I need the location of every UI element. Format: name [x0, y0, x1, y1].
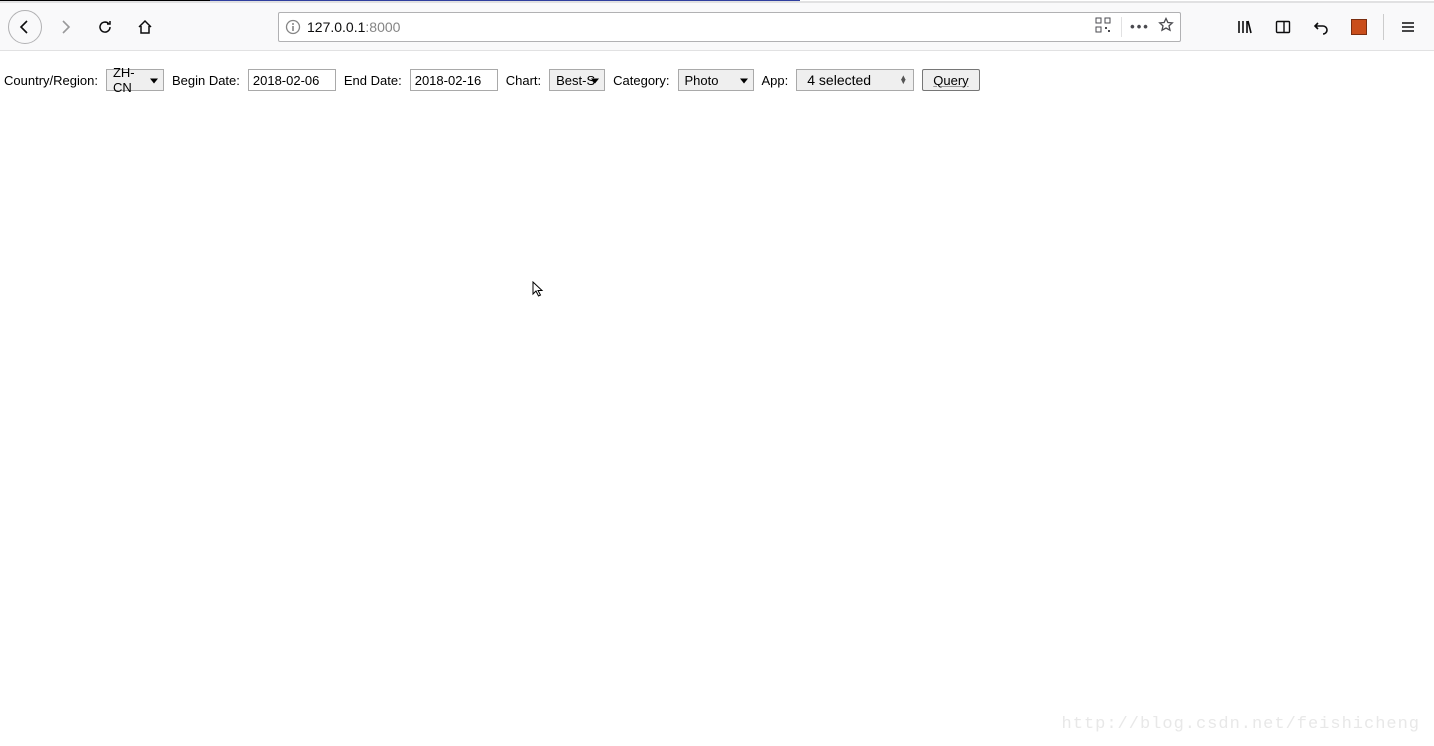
sidebar-icon[interactable] — [1269, 13, 1297, 41]
end-date-label: End Date: — [344, 73, 402, 88]
separator — [1121, 17, 1122, 37]
separator — [1383, 14, 1384, 40]
back-button[interactable] — [8, 10, 42, 44]
reload-icon — [97, 19, 113, 35]
mouse-cursor-icon — [532, 281, 546, 302]
app-label: App: — [762, 73, 789, 88]
chart-label: Chart: — [506, 73, 541, 88]
url-right-actions: ••• — [1095, 17, 1174, 37]
hamburger-menu-icon[interactable] — [1394, 13, 1422, 41]
url-bar[interactable]: 127.0.0.1:8000 ••• — [278, 12, 1181, 42]
sort-arrows-icon: ▲▼ — [899, 76, 907, 84]
browser-toolbar: 127.0.0.1:8000 ••• — [0, 1, 1434, 51]
chart-select[interactable]: Best-S — [549, 69, 605, 91]
library-icon[interactable] — [1231, 13, 1259, 41]
arrow-left-icon — [17, 19, 33, 35]
home-button[interactable] — [128, 10, 162, 44]
query-button[interactable]: Query — [922, 69, 979, 91]
info-icon[interactable] — [285, 19, 301, 35]
arrow-right-icon — [57, 19, 73, 35]
category-label: Category: — [613, 73, 669, 88]
toolbar-right — [1231, 13, 1426, 41]
page-actions-icon[interactable]: ••• — [1132, 19, 1148, 35]
undo-icon[interactable] — [1307, 13, 1335, 41]
category-select[interactable]: Photo — [678, 69, 754, 91]
watermark-text: http://blog.csdn.net/feishicheng — [1062, 715, 1420, 734]
end-date-input[interactable]: 2018-02-16 — [410, 69, 498, 91]
qr-icon[interactable] — [1095, 17, 1111, 36]
extension-icon[interactable] — [1345, 13, 1373, 41]
app-multiselect[interactable]: 4 selected ▲▼ — [796, 69, 914, 91]
country-region-label: Country/Region: — [4, 73, 98, 88]
reload-button[interactable] — [88, 10, 122, 44]
begin-date-input[interactable]: 2018-02-06 — [248, 69, 336, 91]
forward-button — [48, 10, 82, 44]
country-region-select[interactable]: ZH-CN — [106, 69, 164, 91]
page-content: Country/Region: ZH-CN Begin Date: 2018-0… — [0, 51, 1434, 109]
url-text: 127.0.0.1:8000 — [307, 19, 1089, 35]
filter-bar: Country/Region: ZH-CN Begin Date: 2018-0… — [4, 69, 1430, 91]
begin-date-label: Begin Date: — [172, 73, 240, 88]
home-icon — [137, 19, 153, 35]
bookmark-star-icon[interactable] — [1158, 17, 1174, 36]
